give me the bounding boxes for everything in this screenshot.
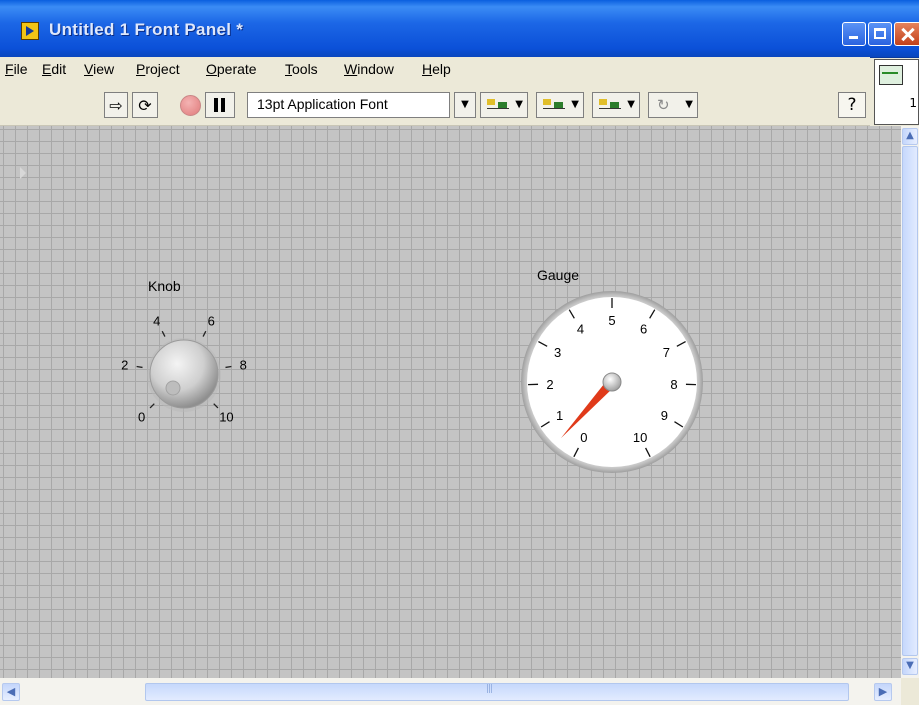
gauge-label: Gauge	[537, 267, 580, 283]
knob-scale-label: 6	[208, 314, 215, 329]
scroll-up-icon[interactable]: ▲	[902, 128, 918, 145]
knob-tick	[149, 403, 155, 409]
knob-control[interactable]: 0 2 4 6 8 10	[100, 300, 270, 450]
connector-pane-number: 1	[909, 96, 917, 110]
knob-scale-label: 2	[121, 358, 128, 373]
abort-icon[interactable]	[180, 95, 201, 116]
chevron-down-icon[interactable]: ▼	[454, 92, 476, 118]
menu-edit[interactable]: Edit	[42, 61, 66, 77]
gauge-indicator[interactable]: 0 1 2 3 4 5 6 7 8 9 10	[520, 288, 710, 478]
menu-file[interactable]: File	[5, 61, 28, 77]
maximize-button[interactable]	[868, 22, 892, 46]
distribute-objects-icon[interactable]: ▼	[536, 92, 584, 118]
context-help-icon[interactable]: ?	[838, 92, 866, 118]
gauge-scale-label: 8	[670, 377, 677, 392]
knob-scale-label: 8	[240, 358, 247, 373]
knob-tick	[161, 330, 166, 337]
gauge-scale-label: 10	[633, 430, 647, 445]
gauge-scale-label: 0	[580, 430, 587, 445]
minimize-button[interactable]	[842, 22, 866, 46]
horizontal-scrollbar[interactable]: ◀ ▶	[0, 678, 901, 705]
vertical-scroll-thumb[interactable]	[902, 146, 918, 656]
knob-scale-label: 4	[153, 314, 160, 329]
resize-grip[interactable]	[901, 678, 919, 705]
menu-tools[interactable]: Tools	[285, 61, 318, 77]
vi-icon[interactable]: 1	[874, 59, 919, 125]
knob-label: Knob	[148, 278, 181, 294]
window-title: Untitled 1 Front Panel *	[49, 20, 244, 39]
text-settings-select[interactable]: 13pt Application Font	[247, 92, 450, 118]
gauge-scale-label: 3	[554, 345, 561, 360]
menu-view[interactable]: View	[84, 61, 114, 77]
scroll-right-icon[interactable]: ▶	[874, 683, 892, 701]
knob-tick	[213, 403, 219, 409]
gauge-scale-label: 2	[546, 377, 553, 392]
labview-app-icon[interactable]	[21, 22, 39, 40]
menu-project[interactable]: Project	[136, 61, 180, 77]
knob-tick	[225, 365, 232, 369]
knob-scale-label: 0	[138, 409, 145, 424]
gauge-scale-label: 6	[640, 322, 647, 337]
gauge-scale-label: 4	[577, 322, 584, 337]
menu-window[interactable]: Window	[344, 61, 394, 77]
menu-help[interactable]: Help	[422, 61, 451, 77]
gauge-scale-label: 9	[661, 408, 668, 423]
run-arrow-icon[interactable]: ⇨	[104, 92, 128, 118]
gauge-scale-label: 7	[663, 345, 670, 360]
run-continuously-icon[interactable]: ⟳	[132, 92, 158, 118]
reorder-icon[interactable]: ↻ ▼	[648, 92, 698, 118]
horizontal-scroll-thumb[interactable]	[145, 683, 849, 701]
menu-operate[interactable]: Operate	[206, 61, 257, 77]
knob-scale-label: 10	[219, 409, 233, 424]
resize-objects-icon[interactable]: ▼	[592, 92, 640, 118]
scroll-down-icon[interactable]: ▼	[902, 658, 918, 675]
scroll-left-icon[interactable]: ◀	[2, 683, 20, 701]
vertical-scrollbar[interactable]: ▲ ▼	[901, 126, 919, 678]
gauge-scale-label: 1	[556, 408, 563, 423]
align-objects-icon[interactable]: ▼	[480, 92, 528, 118]
canvas-origin-marker	[20, 167, 26, 179]
close-button[interactable]	[894, 22, 919, 46]
knob-tick	[202, 330, 207, 337]
pause-icon[interactable]	[205, 92, 235, 118]
title-bar[interactable]: Untitled 1 Front Panel *	[0, 0, 919, 58]
knob-tick	[136, 365, 143, 369]
menu-bar: File Edit View Project Operate Tools Win…	[0, 57, 870, 81]
gauge-scale-label: 5	[608, 313, 615, 328]
